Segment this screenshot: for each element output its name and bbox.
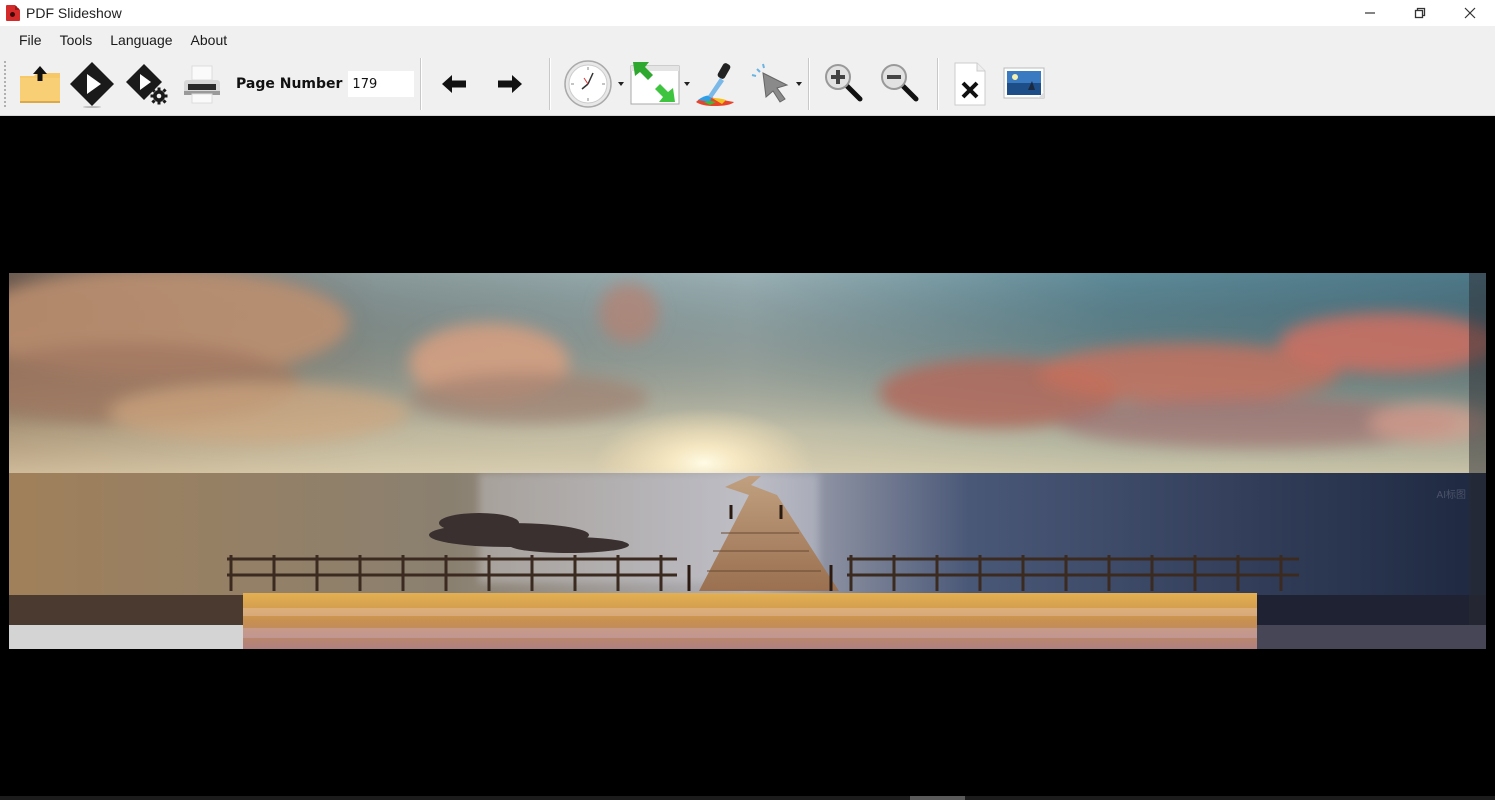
zoom-in-button[interactable] — [817, 56, 873, 112]
play-gear-icon — [126, 64, 168, 105]
transition-button[interactable] — [622, 56, 691, 112]
app-pdf-icon — [6, 5, 20, 21]
menu-language[interactable]: Language — [101, 30, 181, 50]
arrow-right-icon — [498, 75, 523, 93]
toolbar-separator — [549, 58, 551, 110]
open-file-button[interactable] — [16, 56, 64, 112]
toolbar: Page Number — [0, 53, 1495, 116]
close-button[interactable] — [1445, 0, 1495, 26]
close-document-button[interactable] — [946, 56, 994, 112]
print-button[interactable] — [176, 56, 228, 112]
menu-bar: File Tools Language About — [0, 26, 1495, 53]
menu-file[interactable]: File — [10, 30, 51, 50]
play-diamond-icon — [70, 62, 114, 108]
play-slideshow-button[interactable] — [64, 56, 120, 112]
restore-icon — [1414, 7, 1426, 19]
minimize-button[interactable] — [1345, 0, 1395, 26]
pointer-dropdown-arrow[interactable] — [796, 82, 803, 86]
zoom-out-button[interactable] — [873, 56, 929, 112]
image-icon — [1003, 67, 1045, 99]
toolbar-separator — [808, 58, 810, 110]
background-color-button[interactable] — [688, 56, 744, 112]
page-number-label: Page Number — [236, 76, 343, 92]
minimize-icon — [1365, 12, 1375, 14]
pointer-button[interactable] — [744, 56, 803, 112]
title-bar: PDF Slideshow — [0, 0, 1495, 26]
zoom-in-icon — [825, 64, 863, 102]
toolbar-separator — [937, 58, 939, 110]
next-page-button[interactable] — [479, 56, 541, 112]
app-window: PDF Slideshow File Tools Language About — [0, 0, 1495, 800]
horizontal-scrollbar[interactable] — [0, 796, 1495, 800]
close-document-icon — [954, 62, 986, 106]
menu-about[interactable]: About — [182, 30, 237, 50]
color-dropper-icon — [696, 63, 735, 106]
window-controls — [1345, 0, 1495, 26]
window-title: PDF Slideshow — [26, 5, 122, 21]
slideshow-settings-button[interactable] — [120, 56, 176, 112]
restore-button[interactable] — [1395, 0, 1445, 26]
transition-arrows-icon — [630, 62, 680, 105]
arrow-left-icon — [442, 75, 467, 93]
export-image-button[interactable] — [994, 56, 1054, 112]
scrollbar-thumb[interactable] — [910, 796, 965, 800]
printer-icon — [184, 65, 220, 104]
previous-page-button[interactable] — [429, 56, 479, 112]
cursor-pointer-icon — [752, 63, 789, 103]
slide-viewer[interactable]: AI标图 — [0, 117, 1495, 800]
slide-image: AI标图 — [9, 273, 1486, 649]
menu-tools[interactable]: Tools — [51, 30, 102, 50]
folder-upload-icon — [20, 66, 60, 103]
slide-watermark: AI标图 — [1436, 490, 1466, 501]
page-number-input[interactable] — [348, 71, 415, 97]
clock-icon — [564, 60, 613, 108]
close-icon — [1464, 7, 1476, 19]
toolbar-separator — [420, 58, 422, 110]
timer-button[interactable] — [558, 56, 625, 112]
zoom-out-icon — [881, 64, 919, 102]
toolbar-gripper[interactable] — [3, 60, 7, 108]
